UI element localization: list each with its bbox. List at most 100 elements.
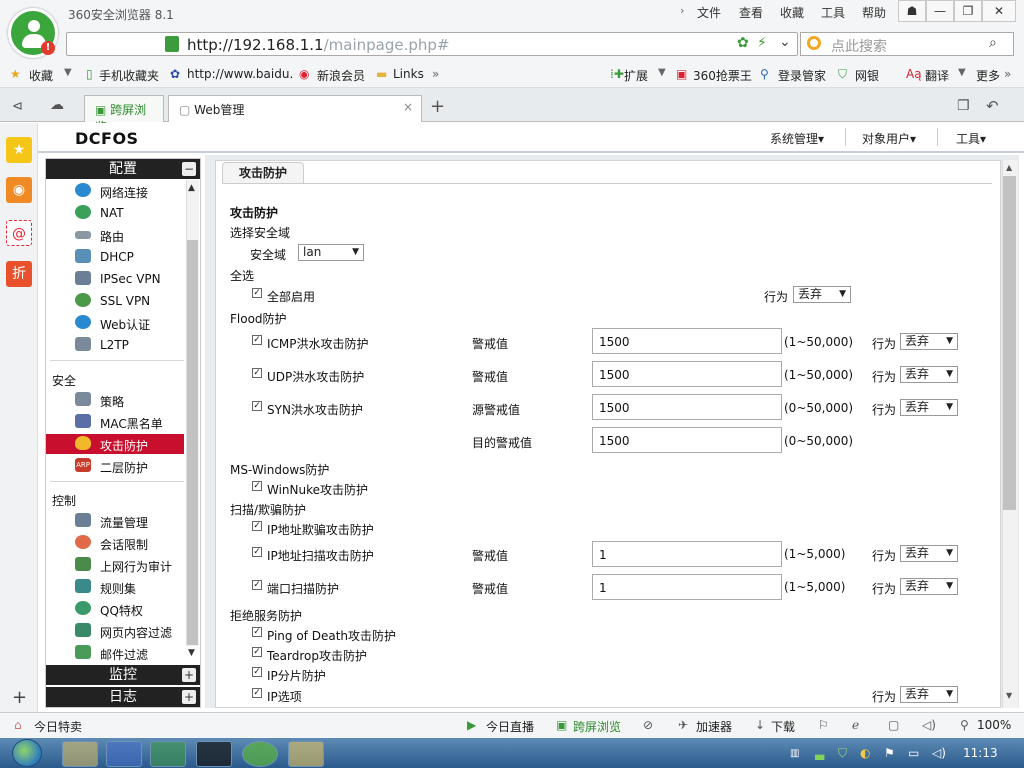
user-avatar-icon[interactable]: ! [8, 8, 58, 58]
scroll-down-icon[interactable]: ▼ [1006, 691, 1012, 700]
tray-shield-icon[interactable]: ⛉ [838, 746, 847, 761]
status-download[interactable]: 下载 [771, 718, 795, 735]
clean-icon[interactable]: ⊘ [643, 718, 653, 732]
enable-all-checkbox[interactable]: ✓ [252, 288, 262, 298]
ip-spoof-checkbox[interactable]: ✓ [252, 521, 262, 531]
address-bar[interactable]: http://192.168.1.1/mainpage.php# ✿ ⚡ ⌄ [66, 32, 798, 56]
restore-tabs-icon[interactable]: ❐ [957, 98, 970, 114]
nav-item-network[interactable]: 网络连接 [100, 184, 148, 201]
nav-section-log[interactable]: 日志 + [46, 687, 200, 707]
flag-icon[interactable]: ⚐ [818, 718, 829, 732]
menu-object-users[interactable]: 对象用户▾ [862, 130, 916, 147]
bookmark-ticket[interactable]: 360抢票王 [693, 67, 752, 84]
menu-file[interactable]: 文件 [697, 4, 721, 21]
bookmark-more[interactable]: 更多 [976, 67, 1000, 84]
accelerate-icon[interactable]: ✿ [737, 35, 749, 51]
favorites-star-icon[interactable]: ★ [6, 137, 32, 163]
chevron-double-right-icon[interactable]: » [432, 67, 439, 81]
menu-help[interactable]: 帮助 [862, 4, 886, 21]
volume-icon[interactable]: ◁) [922, 718, 936, 732]
nav-item-mac-blacklist[interactable]: MAC黑名单 [100, 415, 163, 432]
search-engine-icon[interactable] [807, 36, 821, 50]
icmp-action-select[interactable]: 丢弃 ▼ [900, 333, 958, 350]
udp-action-select[interactable]: 丢弃 ▼ [900, 366, 958, 383]
start-button[interactable] [12, 739, 42, 767]
nav-item-traffic[interactable]: 流量管理 [100, 514, 148, 531]
bookmark-bank[interactable]: 网银 [855, 67, 879, 84]
ip-option-checkbox[interactable]: ✓ [252, 688, 262, 698]
icmp-checkbox[interactable]: ✓ [252, 335, 262, 345]
nav-section-config[interactable]: 配置 − [46, 159, 200, 179]
tray-monitor-icon[interactable]: ▭ [908, 746, 919, 760]
nav-item-qq[interactable]: QQ特权 [100, 602, 143, 619]
menu-tools-app[interactable]: 工具▾ [956, 130, 986, 147]
discount-icon[interactable]: 折 [6, 261, 32, 287]
expand-icon[interactable]: + [182, 690, 196, 704]
undo-icon[interactable]: ↶ [986, 97, 999, 115]
nav-item-ruleset[interactable]: 规则集 [100, 580, 136, 597]
winnuke-checkbox[interactable]: ✓ [252, 481, 262, 491]
nav-item-l2tp[interactable]: L2TP [100, 338, 129, 352]
chevron-double-right-icon[interactable]: » [1004, 67, 1011, 81]
nav-item-policy[interactable]: 策略 [100, 393, 124, 410]
syn-src-alarm-input[interactable]: 1500 [592, 394, 782, 420]
search-icon[interactable]: ⌕ [989, 35, 997, 51]
nav-item-webauth[interactable]: Web认证 [100, 316, 150, 333]
close-tab-icon[interactable]: × [403, 100, 413, 114]
add-sidebar-icon[interactable]: + [12, 687, 27, 708]
nav-item-session-limit[interactable]: 会话限制 [100, 536, 148, 553]
menu-favorites[interactable]: 收藏 [780, 4, 804, 21]
tab-cross-screen[interactable]: ▣ 跨屏浏览 [84, 95, 164, 134]
scroll-up-icon[interactable]: ▲ [1006, 163, 1012, 172]
search-input[interactable]: 点此搜索 ⌕ [800, 32, 1014, 56]
menu-system-admin[interactable]: 系统管理▾ [770, 130, 824, 147]
bookmark-extensions[interactable]: 扩展 [624, 67, 648, 84]
app-taskbar-icon[interactable] [288, 741, 324, 767]
tab-web-admin[interactable]: ▢ Web管理 × [168, 95, 422, 122]
syn-action-select[interactable]: 丢弃 ▼ [900, 399, 958, 416]
nav-item-layer2[interactable]: 二层防护 [100, 459, 148, 476]
nav-item-route[interactable]: 路由 [100, 228, 124, 245]
syn-checkbox[interactable]: ✓ [252, 401, 262, 411]
ip-frag-checkbox[interactable]: ✓ [252, 667, 262, 677]
lightning-icon[interactable]: ⚡ [757, 35, 767, 51]
bookmark-baidu[interactable]: http://www.baidu. [187, 67, 293, 81]
chevron-down-icon[interactable]: ▼ [958, 67, 966, 78]
global-action-select[interactable]: 丢弃 ▼ [793, 286, 851, 303]
mail-at-icon[interactable]: @ [6, 220, 32, 246]
ip-option-action-select[interactable]: 丢弃 ▼ [900, 686, 958, 703]
menu-view[interactable]: 查看 [739, 4, 763, 21]
ip-scan-alarm-input[interactable]: 1 [592, 541, 782, 567]
ip-scan-checkbox[interactable]: ✓ [252, 547, 262, 557]
tray-film-icon[interactable]: ▥ [790, 748, 799, 759]
tray-network-icon[interactable]: ▃ [815, 746, 824, 760]
cloud-icon[interactable]: ☁ [50, 97, 64, 113]
scroll-down-icon[interactable]: ▼ [188, 648, 195, 658]
skin-icon[interactable]: ☗ [898, 0, 926, 22]
tray-app-icon[interactable]: ◐ [860, 746, 870, 760]
status-accelerator[interactable]: 加速器 [696, 718, 732, 735]
content-tab[interactable]: 攻击防护 [222, 162, 304, 184]
udp-checkbox[interactable]: ✓ [252, 368, 262, 378]
ip-scan-action-select[interactable]: 丢弃 ▼ [900, 545, 958, 562]
nav-item-dhcp[interactable]: DHCP [100, 250, 134, 264]
bookmark-login[interactable]: 登录管家 [778, 67, 826, 84]
port-scan-checkbox[interactable]: ✓ [252, 580, 262, 590]
bookmark-translate[interactable]: 翻译 [925, 67, 949, 84]
syn-dst-alarm-input[interactable]: 1500 [592, 427, 782, 453]
icmp-alarm-input[interactable]: 1500 [592, 328, 782, 354]
bookmark-links[interactable]: Links [393, 67, 424, 81]
status-zoom[interactable]: 100% [977, 718, 1011, 732]
minimize-button[interactable]: — [926, 0, 954, 22]
port-scan-alarm-input[interactable]: 1 [592, 574, 782, 600]
udp-alarm-input[interactable]: 1500 [592, 361, 782, 387]
chevron-down-icon[interactable]: ⌄ [779, 34, 791, 50]
explorer-taskbar-icon[interactable] [62, 741, 98, 767]
weibo-icon[interactable]: ◉ [6, 177, 32, 203]
close-button[interactable]: ✕ [982, 0, 1016, 22]
word-taskbar-icon[interactable] [106, 741, 142, 767]
chevron-down-icon[interactable]: ▼ [658, 67, 666, 78]
bookmark-favorites[interactable]: 收藏 [29, 67, 53, 84]
nav-item-mail-filter[interactable]: 邮件过滤 [100, 646, 148, 663]
zone-select[interactable]: lan ▼ [298, 244, 364, 261]
